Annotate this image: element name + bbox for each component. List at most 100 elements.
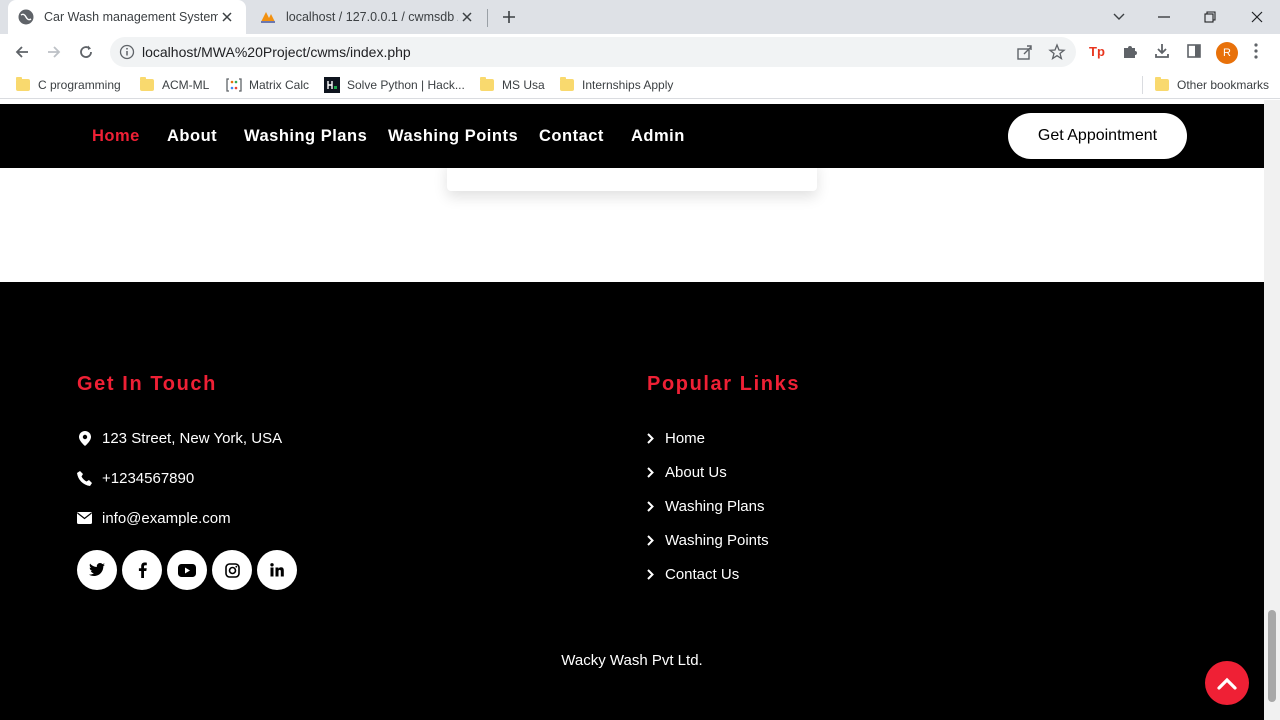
- bookmark-c-programming[interactable]: C programming: [15, 75, 121, 95]
- svg-text:Tp: Tp: [1089, 44, 1105, 59]
- envelope-icon: [77, 511, 92, 526]
- nav-contact[interactable]: Contact: [539, 104, 604, 168]
- nav-about[interactable]: About: [167, 104, 217, 168]
- site-footer: Get In Touch 123 Street, New York, USA +…: [0, 282, 1264, 720]
- folder-icon: [479, 77, 495, 93]
- map-marker-icon: [77, 430, 92, 446]
- chevron-right-icon: [647, 534, 657, 546]
- tab-phpmyadmin[interactable]: localhost / 127.0.0.1 / cwmsdb / t: [250, 0, 486, 34]
- site-info-icon[interactable]: [119, 44, 135, 60]
- popular-links-heading: Popular Links: [647, 373, 801, 395]
- bookmark-label: Internships Apply: [582, 78, 674, 92]
- chevron-right-icon: [647, 500, 657, 512]
- footer-link-about[interactable]: About Us: [647, 460, 727, 484]
- minimize-icon[interactable]: [1151, 4, 1177, 30]
- site-navbar: Home About Washing Plans Washing Points …: [0, 104, 1264, 168]
- globe-icon: [18, 9, 34, 25]
- address-bar[interactable]: localhost/MWA%20Project/cwms/index.php: [110, 37, 1076, 67]
- bookmark-acm-ml[interactable]: ACM-ML: [139, 75, 209, 95]
- chevron-right-icon: [647, 568, 657, 580]
- reload-icon[interactable]: [74, 40, 98, 64]
- tab-car-wash[interactable]: Car Wash management System |: [8, 0, 246, 34]
- nav-washing-points[interactable]: Washing Points: [388, 104, 518, 168]
- page-scrollbar[interactable]: [1264, 100, 1280, 720]
- matrix-calc-icon: [226, 77, 242, 93]
- new-tab-icon[interactable]: [498, 6, 520, 28]
- footer-link-label: Contact Us: [665, 565, 740, 583]
- bookmark-label: ACM-ML: [162, 78, 210, 92]
- hackerrank-icon: [324, 77, 340, 93]
- download-icon[interactable]: [1151, 40, 1173, 62]
- footer-link-washing-plans[interactable]: Washing Plans: [647, 494, 765, 518]
- close-window-icon[interactable]: [1244, 4, 1270, 30]
- address-row: 123 Street, New York, USA: [77, 426, 282, 450]
- chevron-right-icon: [647, 466, 657, 478]
- menu-kebab-icon[interactable]: [1245, 40, 1267, 62]
- browser-tab-strip: Car Wash management System | localhost /…: [0, 0, 1280, 34]
- bookmark-matrix-calc[interactable]: Matrix Calc: [226, 75, 309, 95]
- tp-extension-icon[interactable]: Tp: [1087, 40, 1109, 62]
- forward-icon[interactable]: [42, 40, 66, 64]
- restore-icon[interactable]: [1197, 4, 1223, 30]
- folder-icon: [559, 77, 575, 93]
- folder-icon: [139, 77, 155, 93]
- tab-title: localhost / 127.0.0.1 / cwmsdb / t: [286, 10, 458, 24]
- bookmark-label: Matrix Calc: [249, 78, 310, 92]
- chevron-up-icon: [1217, 677, 1237, 690]
- twitter-icon[interactable]: [77, 550, 117, 590]
- nav-admin[interactable]: Admin: [631, 104, 685, 168]
- close-tab-icon[interactable]: [218, 8, 236, 26]
- footer-link-contact[interactable]: Contact Us: [647, 562, 739, 586]
- extensions-puzzle-icon[interactable]: [1119, 40, 1141, 62]
- instagram-icon[interactable]: [212, 550, 252, 590]
- bookmark-star-icon[interactable]: [1048, 43, 1066, 61]
- address-text: 123 Street, New York, USA: [102, 429, 283, 447]
- page-viewport: Home About Washing Plans Washing Points …: [0, 100, 1280, 720]
- nav-home[interactable]: Home: [92, 104, 140, 168]
- phone-icon: [77, 470, 92, 486]
- copyright-text: Wacky Wash Pvt Ltd.: [561, 652, 703, 669]
- bookmark-label: MS Usa: [502, 78, 545, 92]
- url-text: localhost/MWA%20Project/cwms/index.php: [142, 44, 411, 60]
- youtube-icon[interactable]: [167, 550, 207, 590]
- footer-link-label: About Us: [665, 463, 727, 481]
- footer-link-label: Washing Plans: [665, 497, 765, 515]
- footer-link-washing-points[interactable]: Washing Points: [647, 528, 769, 552]
- close-tab-icon[interactable]: [458, 8, 476, 26]
- nav-washing-plans[interactable]: Washing Plans: [244, 104, 367, 168]
- bookmark-label: C programming: [38, 78, 121, 92]
- footer-link-label: Home: [665, 429, 706, 447]
- email-row: info@example.com: [77, 506, 231, 530]
- bookmark-internships[interactable]: Internships Apply: [559, 75, 673, 95]
- browser-toolbar: localhost/MWA%20Project/cwms/index.php T…: [0, 34, 1280, 70]
- side-panel-icon[interactable]: [1183, 40, 1205, 62]
- tab-search-icon[interactable]: [1106, 4, 1132, 30]
- folder-icon: [15, 77, 31, 93]
- profile-avatar[interactable]: R: [1216, 42, 1238, 64]
- bookmarks-bar: C programming ACM-ML Matrix Calc Solve P…: [0, 70, 1280, 99]
- bookmark-ms-usa[interactable]: MS Usa: [479, 75, 545, 95]
- get-appointment-button[interactable]: Get Appointment: [1008, 113, 1187, 159]
- scrollbar-thumb[interactable]: [1268, 610, 1276, 702]
- chevron-right-icon: [647, 432, 657, 444]
- back-to-top-button[interactable]: [1205, 661, 1249, 705]
- tab-divider: [487, 9, 488, 27]
- tab-title: Car Wash management System |: [44, 10, 218, 24]
- folder-icon: [1154, 77, 1170, 93]
- bookmark-label: Solve Python | Hack...: [347, 78, 465, 92]
- footer-link-home[interactable]: Home: [647, 426, 705, 450]
- bookmark-hackerrank[interactable]: Solve Python | Hack...: [324, 75, 465, 95]
- linkedin-icon[interactable]: [257, 550, 297, 590]
- bookmark-label: Other bookmarks: [1177, 78, 1270, 92]
- bookmark-other[interactable]: Other bookmarks: [1154, 75, 1269, 95]
- share-icon[interactable]: [1016, 43, 1034, 61]
- get-in-touch-heading: Get In Touch: [77, 373, 217, 395]
- back-icon[interactable]: [10, 40, 34, 64]
- footer-link-label: Washing Points: [665, 531, 769, 549]
- bookmarks-divider: [1142, 76, 1143, 94]
- phpmyadmin-icon: [260, 9, 276, 25]
- facebook-icon[interactable]: [122, 550, 162, 590]
- email-text: info@example.com: [102, 509, 231, 527]
- phone-text: +1234567890: [102, 469, 195, 487]
- phone-row: +1234567890: [77, 466, 194, 490]
